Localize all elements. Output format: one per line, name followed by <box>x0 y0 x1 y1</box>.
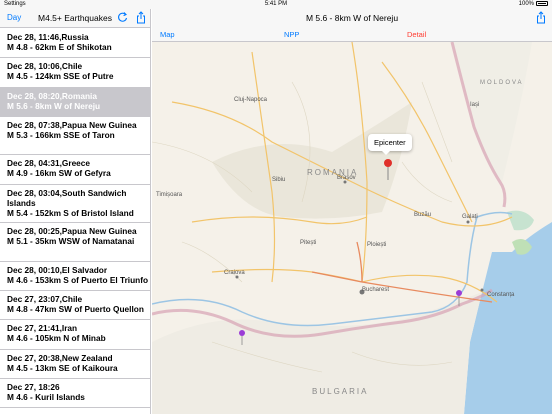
label-moldova: MOLDOVA <box>480 80 524 86</box>
list-item-detail: M 5.3 - 166km SSE of Taron <box>7 129 115 140</box>
sidebar-nav-bar: Day M4.5+ Earthquakes <box>0 9 150 28</box>
label-constanta: Constanța <box>487 292 515 298</box>
list-item-detail: M 5.4 - 152km S of Bristol Island <box>7 207 134 218</box>
list-item[interactable]: Dec 27, 18:26 M 4.6 - Kuril Islands <box>0 379 150 409</box>
label-bulgaria: BULGARIA <box>312 387 369 396</box>
list-item-detail: M 4.6 - Kuril Islands <box>7 391 85 402</box>
list-item[interactable]: Dec 28, 04:31,Greece M 4.9 - 16km SW of G… <box>0 155 150 185</box>
label-cluj: Cluj-Napoca <box>234 97 268 103</box>
list-item-detail: M 4.5 - 13km SE of Kaikoura <box>7 362 118 373</box>
list-item[interactable]: Dec 28, 07:38,Papua New Guinea M 5.3 - 16… <box>0 117 150 156</box>
share-icon[interactable] <box>136 11 146 24</box>
map-view[interactable]: ROMANIA BULGARIA MOLDOVA Cluj-Napoca Bra… <box>152 42 552 414</box>
list-item-detail: M 5.1 - 35km WSW of Namatanai <box>7 236 135 247</box>
main-nav-bar: M 5.6 - 8km W of Nereju <box>152 9 552 26</box>
list-item-detail: M 4.5 - 124km SSE of Putre <box>7 71 114 82</box>
main-panel: M 5.6 - 8km W of Nereju Map NPP Detail R… <box>152 9 552 414</box>
battery-icon <box>536 1 548 6</box>
list-item-title: Dec 28, 00:10,El Salvador <box>7 264 108 275</box>
list-item-detail: M 4.8 - 47km SW of Puerto Quellon <box>7 303 144 314</box>
list-item-title: Dec 28, 04:31,Greece <box>7 158 91 169</box>
tab-map[interactable]: Map <box>160 30 175 39</box>
list-item-title: Dec 27, 20:38,New Zealand <box>7 352 113 363</box>
list-item-detail: M 4.6 - 105km N of Minab <box>7 333 106 344</box>
label-bucharest: Bucharest <box>362 287 390 293</box>
earthquake-list: Dec 28, 11:46,Russia M 4.8 - 62km E of Sh… <box>0 29 150 409</box>
moldova-region <box>452 42 532 182</box>
label-galati: Galați <box>462 214 478 220</box>
list-item[interactable]: Dec 28, 00:25,Papua New Guinea M 5.1 - 35… <box>0 223 150 262</box>
list-item[interactable]: Dec 28, 00:10,El Salvador M 4.6 - 153km S… <box>0 262 150 291</box>
list-item-title: Dec 28, 00:25,Papua New Guinea <box>7 226 137 237</box>
list-item[interactable]: Dec 27, 21:41,Iran M 4.6 - 105km N of Min… <box>0 320 150 350</box>
label-craiova: Craiova <box>224 270 245 276</box>
highways <box>311 241 493 303</box>
list-item-title: Dec 28, 10:06,Chile <box>7 61 83 72</box>
list-item[interactable]: Dec 28, 10:06,Chile M 4.5 - 124km SSE of … <box>0 58 150 88</box>
share-icon[interactable] <box>536 11 546 24</box>
map-canvas <box>152 42 552 414</box>
carpathians <box>212 102 412 219</box>
label-timisoara: Timișoara <box>156 192 183 198</box>
list-item-title: Dec 28, 08:20,Romania <box>7 90 97 101</box>
label-brasov: Brașov <box>337 175 356 181</box>
list-item-title: Dec 28, 03:04,South Sandwich Islands <box>7 187 127 208</box>
list-item-title: Dec 28, 11:46,Russia <box>7 32 89 42</box>
list-item[interactable]: Dec 28, 08:20,Romania M 5.6 - 8km W of Ne… <box>0 87 150 117</box>
main-title: M 5.6 - 8km W of Nereju <box>305 13 399 23</box>
list-item-detail: M 4.8 - 62km E of Shikotan <box>7 42 112 52</box>
status-battery: 100% <box>519 1 548 7</box>
status-bar: Settings 5:41 PM 100% <box>0 0 552 9</box>
list-item[interactable]: Dec 27, 23:07,Chile M 4.8 - 47km SW of Pu… <box>0 291 150 321</box>
tab-npp[interactable]: NPP <box>284 30 299 39</box>
list-item-title: Dec 27, 23:07,Chile <box>7 293 83 304</box>
sidebar: Day M4.5+ Earthquakes Dec 28, 11:46,Russ… <box>0 9 151 414</box>
label-buzau: Buzău <box>414 212 432 218</box>
tab-detail[interactable]: Detail <box>407 30 426 39</box>
list-item-title: Dec 27, 21:41,Iran <box>7 323 78 334</box>
list-item-detail: M 4.9 - 16km SW of Gefyra <box>7 168 111 179</box>
list-item[interactable]: Dec 28, 11:46,Russia M 4.8 - 62km E of Sh… <box>0 29 150 59</box>
list-item-detail: M 5.6 - 8km W of Nereju <box>7 100 101 111</box>
battery-percent: 100% <box>518 1 534 8</box>
refresh-icon[interactable] <box>117 11 128 23</box>
list-item-detail: M 4.6 - 153km S of Puerto El Triunfo <box>7 274 149 285</box>
label-ploiesti: Ploiești <box>367 242 387 248</box>
black-sea <box>464 222 552 414</box>
label-sibiu: Sibiu <box>272 177 286 183</box>
list-item-title: Dec 27, 18:26 <box>7 381 60 392</box>
label-iasi: Iași <box>470 102 480 108</box>
callout-label: Epicenter <box>374 138 406 147</box>
list-item-title: Dec 28, 07:38,Papua New Guinea <box>7 119 137 130</box>
list-item[interactable]: Dec 27, 20:38,New Zealand M 4.5 - 13km SE… <box>0 350 150 379</box>
status-time: 5:41 PM <box>264 1 288 7</box>
list-item[interactable]: Dec 28, 03:04,South Sandwich Islands M 5.… <box>0 185 150 224</box>
label-pitesti: Pitești <box>300 240 317 246</box>
epicenter-callout[interactable]: Epicenter <box>368 134 412 155</box>
view-segments: Map NPP Detail <box>152 26 552 42</box>
